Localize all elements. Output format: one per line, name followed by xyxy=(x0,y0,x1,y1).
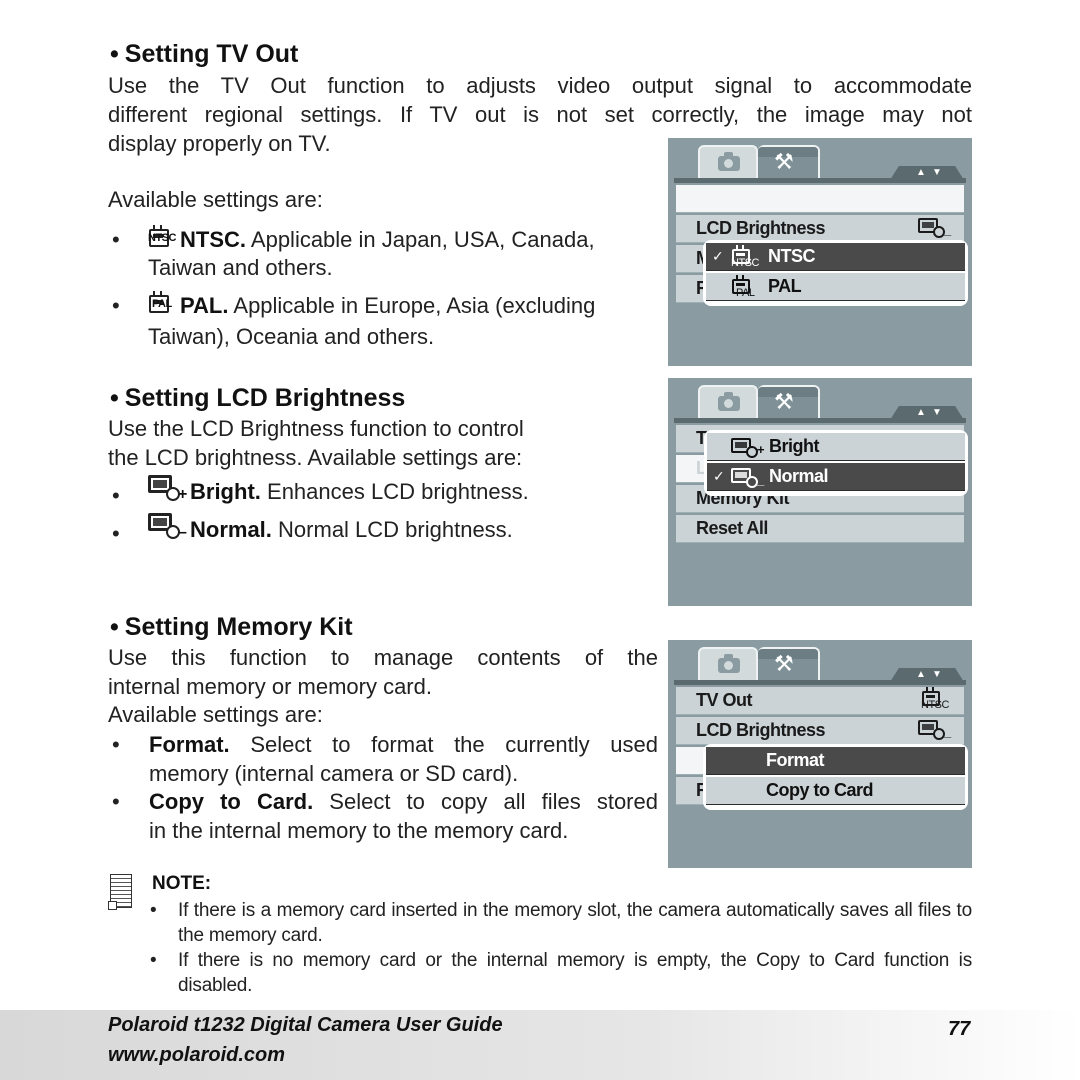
tv-pal-icon: PAL xyxy=(146,291,180,317)
note-item: • If there is no memory card or the inte… xyxy=(150,950,972,996)
heading-tv-out: • Setting TV Out xyxy=(110,40,299,68)
check-icon: ✓ xyxy=(713,468,725,484)
camera-screen-tv-out: ⚒ ▲ ▼ TV Out ▶ NTSC LCD Brightness _ M R… xyxy=(668,138,972,366)
menu-top-bar xyxy=(674,418,966,423)
lcd-normal-icon: _ xyxy=(731,465,767,489)
menu-top-bar xyxy=(674,178,966,183)
check-icon: ✓ xyxy=(712,248,724,264)
option-ntsc[interactable]: ✓ NTSC NTSC xyxy=(706,243,965,271)
tab-camera[interactable] xyxy=(698,145,758,178)
tools-icon: ⚒ xyxy=(774,149,794,174)
pal-desc-line2: Taiwan), Oceania and others. xyxy=(148,324,435,349)
tv-ntsc-icon: NTSC xyxy=(730,245,764,269)
lcd-body-line2: the LCD brightness. Available settings a… xyxy=(108,445,523,470)
menu-tabs: ⚒ xyxy=(698,145,820,178)
option-normal[interactable]: ✓ _ Normal xyxy=(707,463,965,491)
memory-body-line2: internal memory or memory card. xyxy=(108,674,432,699)
memory-body-line1: Use this function to manage contents of … xyxy=(108,645,658,670)
tab-setup[interactable]: ⚒ xyxy=(758,385,820,418)
ntsc-desc-line2: Taiwan and others. xyxy=(148,255,333,280)
tv-out-body-line2: different regional settings. If TV out i… xyxy=(108,102,972,127)
lcd-bright-icon: + xyxy=(146,475,190,505)
tv-out-available: Available settings are: xyxy=(108,187,323,212)
option-copy-to-card[interactable]: Copy to Card xyxy=(706,777,965,805)
camera-screen-memory-kit: ⚒ ▲ ▼ TV Out NTSC LCD Brightness _ M R F… xyxy=(668,640,972,868)
tab-setup[interactable]: ⚒ xyxy=(758,647,820,680)
lcd-normal-icon: _ xyxy=(918,717,954,741)
tab-camera[interactable] xyxy=(698,647,758,680)
menu-row-tv-out[interactable]: TV Out NTSC xyxy=(676,687,964,715)
menu-tabs: ⚒ xyxy=(698,385,820,418)
heading-memory-kit: • Setting Memory Kit xyxy=(110,613,353,641)
lcd-normal-icon: _ xyxy=(918,215,954,239)
menu-row-tv-out[interactable]: TV Out ▶ NTSC xyxy=(676,185,964,213)
lcd-body-line1: Use the LCD Brightness function to contr… xyxy=(108,416,524,441)
camera-icon xyxy=(718,152,740,171)
page-number: 77 xyxy=(948,1018,971,1040)
tab-camera[interactable] xyxy=(698,385,758,418)
tv-ntsc-icon: NTSC xyxy=(146,225,180,251)
format-desc-line2: memory (internal camera or SD card). xyxy=(149,761,519,786)
page-footer: Polaroid t1232 Digital Camera User Guide… xyxy=(0,1010,1080,1080)
tv-out-body-line3: display properly on TV. xyxy=(108,131,331,156)
option-pal[interactable]: PAL PAL xyxy=(706,273,965,301)
tv-ntsc-icon: NTSC xyxy=(920,185,954,209)
menu-row-lcd-brightness[interactable]: LCD Brightness _ xyxy=(676,717,964,745)
copy-desc-line2: in the internal memory to the memory car… xyxy=(149,818,569,843)
camera-screen-lcd-brightness: ⚒ ▲ ▼ T L Memory Kit Reset All + Bright … xyxy=(668,378,972,606)
option-bright[interactable]: + Bright xyxy=(707,433,965,461)
menu-tabs: ⚒ xyxy=(698,647,820,680)
lcd-bright-icon: + xyxy=(731,435,767,459)
note-item: • If there is a memory card inserted in … xyxy=(150,900,972,946)
footer-url[interactable]: www.polaroid.com xyxy=(108,1044,285,1067)
memory-available: Available settings are: xyxy=(108,702,323,727)
menu-row-lcd-brightness[interactable]: LCD Brightness _ xyxy=(676,215,964,243)
tools-icon: ⚒ xyxy=(774,651,794,676)
lcd-normal-icon: – xyxy=(146,513,190,543)
tv-out-body-line1: Use the TV Out function to adjusts video… xyxy=(108,73,972,98)
menu-row-reset-all[interactable]: Reset All xyxy=(676,515,964,543)
option-format[interactable]: Format xyxy=(706,747,965,775)
menu-top-bar xyxy=(674,680,966,685)
tv-pal-icon: PAL xyxy=(730,275,764,299)
footer-title: Polaroid t1232 Digital Camera User Guide xyxy=(108,1014,503,1036)
memory-kit-options-popup: Format Copy to Card xyxy=(703,744,968,810)
tools-icon: ⚒ xyxy=(774,389,794,414)
tab-setup[interactable]: ⚒ xyxy=(758,145,820,178)
heading-lcd-brightness: • Setting LCD Brightness xyxy=(110,384,406,412)
note-title: NOTE: xyxy=(152,873,212,894)
camera-icon xyxy=(718,654,740,673)
tv-out-options-popup: ✓ NTSC NTSC PAL PAL xyxy=(703,240,968,306)
lcd-options-popup: + Bright ✓ _ Normal xyxy=(704,430,968,496)
note-icon xyxy=(108,874,132,910)
submenu-arrow-icon: ▶ xyxy=(882,192,890,204)
camera-icon xyxy=(718,392,740,411)
tv-ntsc-icon: NTSC xyxy=(920,687,954,711)
